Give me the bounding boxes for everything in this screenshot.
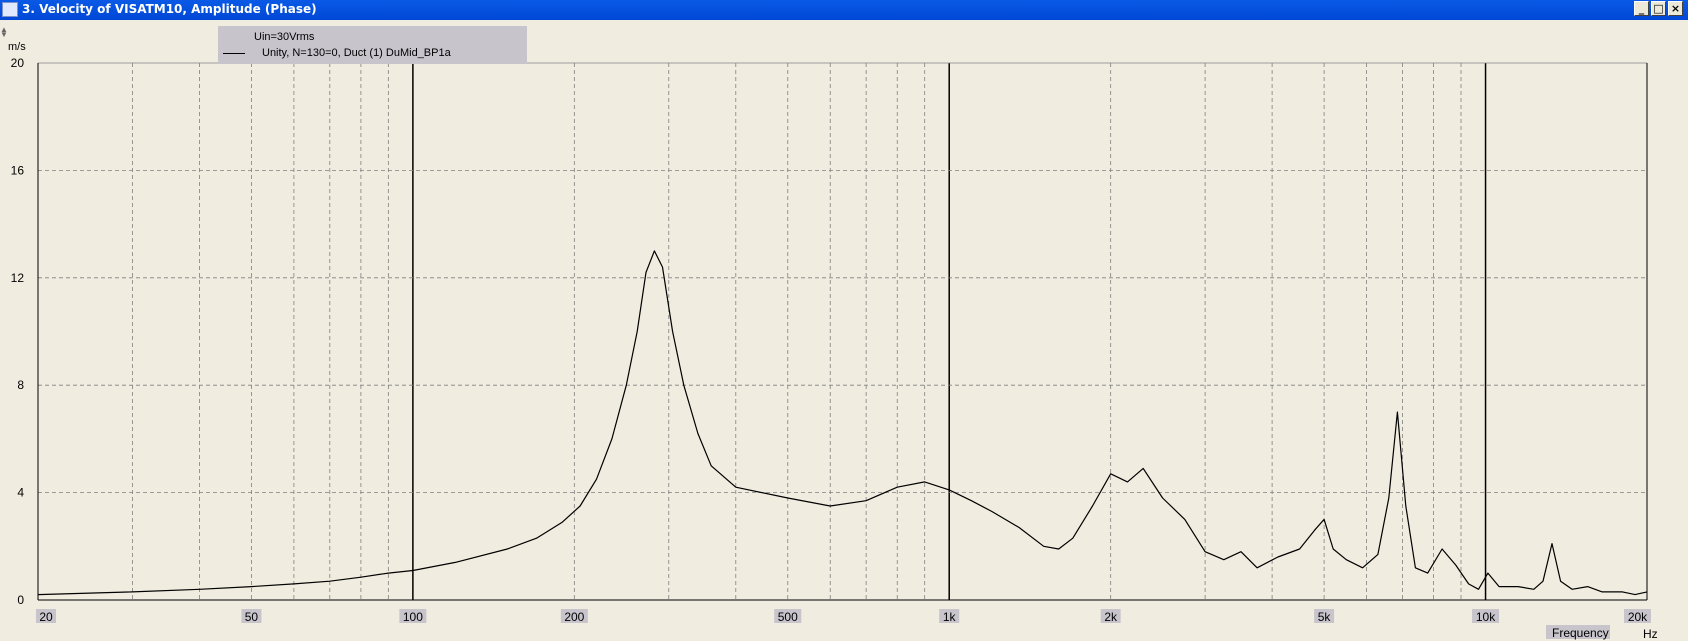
legend-line-icon bbox=[223, 53, 245, 54]
legend-series-label: Unity, N=130=0, Duct (1) DuMid_BP1a bbox=[262, 47, 451, 59]
close-button[interactable]: × bbox=[1668, 1, 1683, 16]
minimize-button[interactable]: _ bbox=[1634, 1, 1649, 16]
application-window: 3. Velocity of VISATM10, Amplitude (Phas… bbox=[0, 0, 1688, 641]
scroll-arrows-icon[interactable]: ▲ ▼ bbox=[0, 26, 10, 39]
x-tick-label: 200 bbox=[564, 610, 584, 624]
x-tick-label: 100 bbox=[403, 610, 423, 624]
y-tick-label: 20 bbox=[11, 56, 25, 70]
x-axis-title: Frequency bbox=[1552, 626, 1609, 640]
x-tick-labels: 20 50 100 200 500 1k 2k 5k 10k 20k bbox=[36, 609, 1651, 624]
grid-layer bbox=[37, 62, 1648, 601]
y-tick-label: 12 bbox=[11, 271, 25, 285]
x-tick-label: 1k bbox=[943, 610, 957, 624]
x-tick-label: 500 bbox=[778, 610, 798, 624]
legend-header: Uin=30Vrms bbox=[254, 31, 315, 43]
x-tick-label: 10k bbox=[1476, 610, 1496, 624]
y-axis-unit: m/s bbox=[8, 41, 26, 53]
x-tick-label: 20k bbox=[1628, 610, 1648, 624]
chart-area: 0 4 8 12 16 20 20 50 100 200 500 1k 2k 5k 10k 20k Freq… bbox=[0, 20, 1688, 641]
title-bar[interactable]: 3. Velocity of VISATM10, Amplitude (Phas… bbox=[0, 0, 1688, 20]
y-tick-labels: 0 4 8 12 16 20 bbox=[11, 56, 25, 607]
y-tick-label: 16 bbox=[11, 163, 25, 177]
y-tick-label: 4 bbox=[17, 486, 24, 500]
x-tick-label: 20 bbox=[39, 610, 53, 624]
axis-text-layer: Frequency Hz bbox=[1546, 625, 1658, 641]
y-tick-label: 0 bbox=[17, 593, 24, 607]
curve-layer bbox=[37, 250, 1648, 596]
x-tick-label: 50 bbox=[245, 610, 259, 624]
plot-svg[interactable]: 0 4 8 12 16 20 20 50 100 200 500 1k 2k 5k 10k 20k Freq… bbox=[0, 20, 1688, 641]
x-axis-unit: Hz bbox=[1643, 627, 1658, 641]
x-tick-label: 2k bbox=[1104, 610, 1118, 624]
maximize-button[interactable]: □ bbox=[1651, 1, 1666, 16]
window-title: 3. Velocity of VISATM10, Amplitude (Phas… bbox=[22, 2, 317, 16]
window-icon bbox=[2, 2, 18, 17]
x-tick-label: 5k bbox=[1318, 610, 1332, 624]
series-line bbox=[37, 250, 1648, 596]
legend-box[interactable]: Uin=30Vrms Unity, N=130=0, Duct (1) DuMi… bbox=[218, 26, 527, 64]
y-tick-label: 8 bbox=[17, 378, 24, 392]
